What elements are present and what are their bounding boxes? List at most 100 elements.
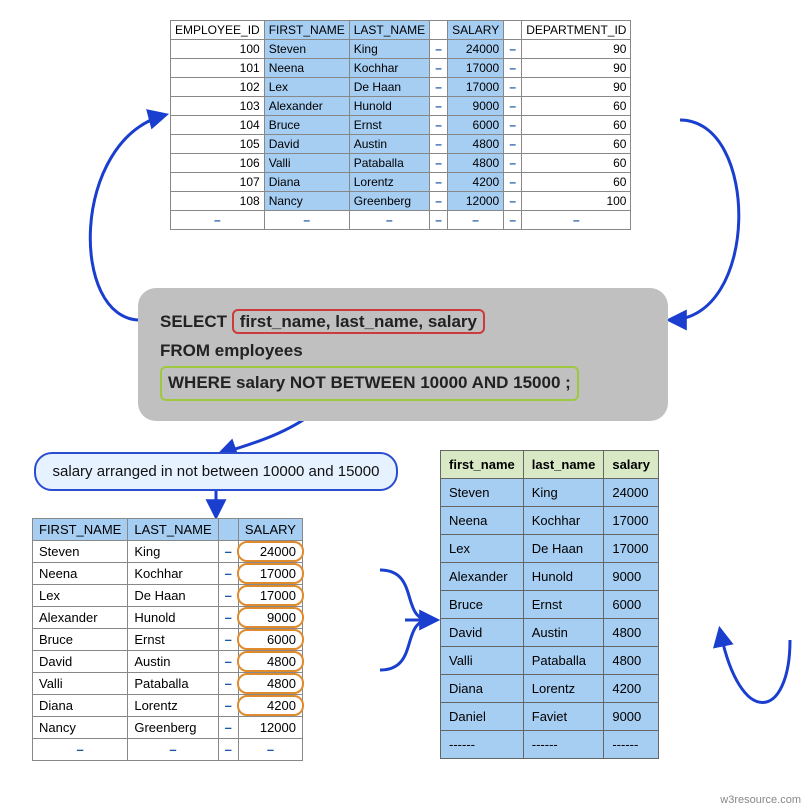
col-gap2	[504, 21, 522, 40]
table-row: BruceErnst–6000	[33, 629, 303, 651]
table-row: AlexanderHunold9000	[441, 563, 659, 591]
cell-salary: 4800	[448, 135, 504, 154]
bubble-text: salary arranged in not between 10000 and…	[53, 463, 380, 480]
cell-salary: 4200	[604, 675, 659, 703]
sql-select-keyword: SELECT	[160, 312, 227, 331]
final-result-table: first_name last_name salary StevenKing24…	[440, 450, 659, 759]
cell-dash: –	[430, 154, 448, 173]
cell-dash: –	[33, 739, 128, 761]
sql-line-from: FROM employees	[160, 337, 646, 366]
cell-employee-id: 104	[171, 116, 265, 135]
cell-first-name: Steven	[441, 479, 524, 507]
cell-first-name: Lex	[33, 585, 128, 607]
table-row: 100StevenKing–24000–90	[171, 40, 631, 59]
cell-department-id: 90	[522, 78, 631, 97]
cell-salary: 17000	[448, 78, 504, 97]
cell-salary: 12000	[238, 717, 302, 739]
cell-last-name: Greenberg	[128, 717, 218, 739]
cell-last-name: King	[349, 40, 429, 59]
cell-salary: 6000	[238, 629, 302, 651]
cell-first-name: Alexander	[264, 97, 349, 116]
cell-dash: –	[430, 78, 448, 97]
cell-dash: –	[430, 173, 448, 192]
table-row: 103AlexanderHunold–9000–60	[171, 97, 631, 116]
col-last-name: LAST_NAME	[128, 519, 218, 541]
col-first-name: FIRST_NAME	[33, 519, 128, 541]
cell-first-name: Alexander	[33, 607, 128, 629]
cell-last-name: Ernst	[349, 116, 429, 135]
table-row: 101NeenaKochhar–17000–90	[171, 59, 631, 78]
sql-line-select: SELECT first_name, last_name, salary	[160, 308, 646, 337]
cell-dash: –	[504, 97, 522, 116]
cell-dash: –	[504, 192, 522, 211]
cell-salary: 6000	[604, 591, 659, 619]
cell-salary: 4800	[604, 619, 659, 647]
cell-salary: 4200	[238, 695, 302, 717]
cell-salary: 4800	[448, 154, 504, 173]
table-row: DavidAustin4800	[441, 619, 659, 647]
cell-department-id: 90	[522, 59, 631, 78]
employees-source-table: EMPLOYEE_ID FIRST_NAME LAST_NAME SALARY …	[170, 20, 631, 230]
table-row: ValliPataballa–4800	[33, 673, 303, 695]
cell-first-name: David	[441, 619, 524, 647]
cell-salary: 9000	[604, 703, 659, 731]
cell-last-name: Faviet	[523, 703, 604, 731]
cell-last-name: Kochhar	[349, 59, 429, 78]
cell-salary: 17000	[238, 563, 302, 585]
table-header-row: EMPLOYEE_ID FIRST_NAME LAST_NAME SALARY …	[171, 21, 631, 40]
cell-first-name: Alexander	[441, 563, 524, 591]
cell-last-name: Lorentz	[128, 695, 218, 717]
col-last-name: LAST_NAME	[349, 21, 429, 40]
cell-last-name: De Haan	[349, 78, 429, 97]
cell-dash: –	[218, 695, 238, 717]
cell-dash: –	[218, 739, 238, 761]
cell-dash: –	[218, 607, 238, 629]
cell-employee-id: 100	[171, 40, 265, 59]
cell-dash: –	[218, 673, 238, 695]
cell-salary: 6000	[448, 116, 504, 135]
cell-salary: 4800	[604, 647, 659, 675]
cell-dash: –	[504, 59, 522, 78]
cell-last-name: Austin	[128, 651, 218, 673]
cell-last-name: De Haan	[128, 585, 218, 607]
cell-dash: –	[504, 173, 522, 192]
cell-first-name: Bruce	[441, 591, 524, 619]
cell-department-id: 60	[522, 173, 631, 192]
cell-first-name: Neena	[33, 563, 128, 585]
cell-employee-id: 102	[171, 78, 265, 97]
cell-first-name: Lex	[441, 535, 524, 563]
table-row-ellipsis: ––––	[33, 739, 303, 761]
cell-salary: 17000	[604, 535, 659, 563]
cell-first-name: Diana	[264, 173, 349, 192]
cell-salary: 12000	[448, 192, 504, 211]
cell-last-name: King	[128, 541, 218, 563]
cell-salary: 4200	[448, 173, 504, 192]
cell-first-name: Neena	[264, 59, 349, 78]
table-row: DianaLorentz–4200	[33, 695, 303, 717]
table-row: LexDe Haan17000	[441, 535, 659, 563]
cell-first-name: Steven	[33, 541, 128, 563]
cell-salary: 17000	[448, 59, 504, 78]
cell-salary: 24000	[604, 479, 659, 507]
cell-salary: 17000	[604, 507, 659, 535]
cell-first-name: Diana	[441, 675, 524, 703]
cell-dash: –	[349, 211, 429, 230]
table-row: BruceErnst6000	[441, 591, 659, 619]
cell-first-name: Lex	[264, 78, 349, 97]
cell-salary: 24000	[238, 541, 302, 563]
cell-first-name: David	[33, 651, 128, 673]
cell-first-name: Valli	[441, 647, 524, 675]
cell-last-name: Pataballa	[128, 673, 218, 695]
sql-line-where: WHERE salary NOT BETWEEN 10000 AND 15000…	[160, 366, 646, 401]
cell-dash: –	[504, 116, 522, 135]
watermark-text: w3resource.com	[720, 794, 801, 806]
cell-last-name: King	[523, 479, 604, 507]
table-row: ------------------	[441, 731, 659, 759]
cell-salary: 24000	[448, 40, 504, 59]
cell-department-id: 60	[522, 135, 631, 154]
cell-dash: –	[504, 40, 522, 59]
table-row: 106ValliPataballa–4800–60	[171, 154, 631, 173]
table-row: 104BruceErnst–6000–60	[171, 116, 631, 135]
table-header-row: FIRST_NAME LAST_NAME SALARY	[33, 519, 303, 541]
cell-dash: –	[522, 211, 631, 230]
